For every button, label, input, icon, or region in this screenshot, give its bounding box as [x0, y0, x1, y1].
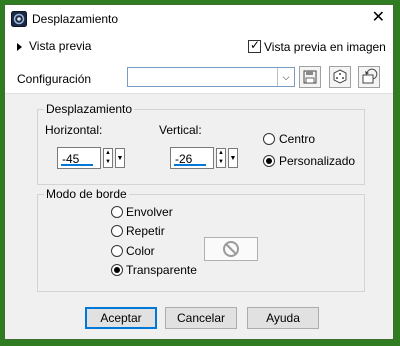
horizontal-label: Horizontal: — [45, 123, 103, 137]
radio-color[interactable] — [111, 245, 123, 257]
title-bar: Desplazamiento ✕ — [5, 5, 393, 33]
vertical-label: Vertical: — [159, 123, 202, 137]
horizontal-spinner[interactable]: -45 ▲ ▼ ▼ — [57, 147, 127, 169]
horizontal-updown-icon[interactable]: ▲ ▼ — [103, 148, 113, 168]
horizontal-input[interactable]: -45 — [57, 147, 101, 169]
app-icon — [11, 11, 27, 27]
border-mode-group: Modo de borde — [37, 187, 365, 292]
preview-checkbox-label[interactable]: Vista previa en imagen — [264, 40, 386, 54]
vertical-dropdown-icon[interactable]: ▼ — [228, 148, 238, 168]
radio-transparente[interactable] — [111, 264, 123, 276]
radio-personalizado-label[interactable]: Personalizado — [279, 154, 355, 168]
vertical-spinner[interactable]: -26 ▲ ▼ ▼ — [170, 147, 240, 169]
preset-reset-icon — [362, 68, 378, 84]
chevron-down-icon[interactable]: ⌵ — [277, 68, 294, 86]
radio-envolver-label[interactable]: Envolver — [126, 205, 173, 219]
radio-color-label[interactable]: Color — [126, 244, 155, 258]
horizontal-focus-underline — [61, 164, 93, 166]
cancel-button[interactable]: Cancelar — [165, 307, 237, 329]
vertical-input[interactable]: -26 — [170, 147, 214, 169]
configuration-row: Configuración ⌵ — [5, 59, 393, 94]
close-icon[interactable]: ✕ — [372, 9, 385, 27]
radio-centro[interactable] — [263, 133, 275, 145]
radio-repetir[interactable] — [111, 225, 123, 237]
vertical-updown-icon[interactable]: ▲ ▼ — [216, 148, 226, 168]
reset-preset-button[interactable] — [358, 66, 380, 88]
dialog-window: Desplazamiento ✕ Vista previa ✓ Vista pr… — [4, 4, 394, 340]
expand-triangle-icon[interactable] — [17, 43, 22, 51]
dice-icon — [333, 69, 347, 84]
color-swatch-button[interactable] — [204, 237, 258, 261]
radio-envolver[interactable] — [111, 206, 123, 218]
preview-toggle-label[interactable]: Vista previa — [29, 39, 91, 53]
radio-centro-label[interactable]: Centro — [279, 132, 315, 146]
displacement-legend: Desplazamiento — [44, 102, 135, 116]
radio-personalizado[interactable] — [263, 155, 275, 167]
floppy-icon — [303, 70, 317, 84]
radio-transparente-label[interactable]: Transparente — [126, 263, 197, 277]
no-color-icon — [223, 241, 239, 257]
checkmark-icon: ✓ — [250, 38, 261, 52]
configuration-select[interactable]: ⌵ — [127, 67, 295, 87]
radio-repetir-label[interactable]: Repetir — [126, 224, 165, 238]
help-button[interactable]: Ayuda — [247, 307, 319, 329]
randomize-button[interactable] — [329, 66, 351, 88]
horizontal-dropdown-icon[interactable]: ▼ — [115, 148, 125, 168]
configuration-label: Configuración — [17, 72, 92, 86]
accept-button[interactable]: Aceptar — [85, 307, 157, 329]
vertical-focus-underline — [174, 164, 206, 166]
preview-row: Vista previa ✓ Vista previa en imagen — [5, 33, 393, 59]
preview-checkbox[interactable]: ✓ — [248, 38, 261, 53]
save-preset-button[interactable] — [299, 66, 321, 88]
border-mode-legend: Modo de borde — [44, 187, 129, 201]
window-title: Desplazamiento — [32, 12, 119, 26]
